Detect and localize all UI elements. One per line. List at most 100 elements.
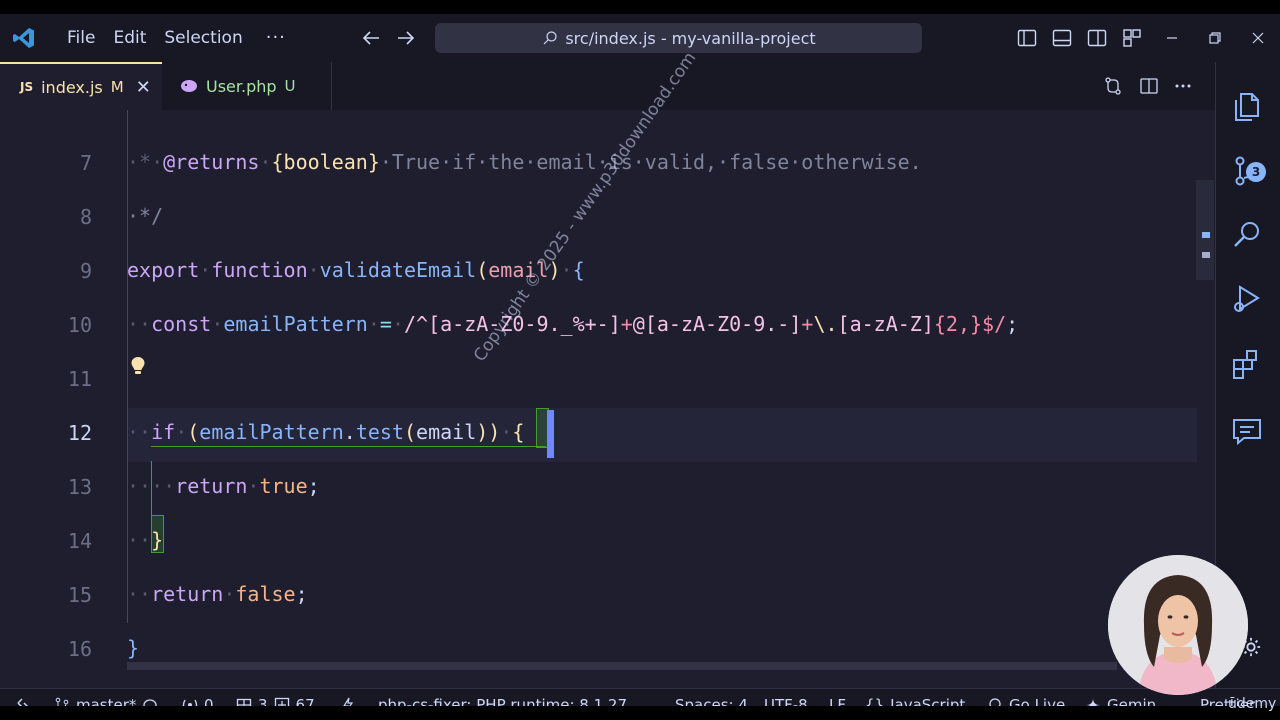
line-content: ··if·(emailPattern.test(email))·{ [127,420,525,444]
split-editor-icon[interactable] [1139,76,1159,96]
vertical-scrollbar[interactable] [1196,180,1214,280]
line-content: ·*·@returns·{boolean}·True·if·the·email·… [127,150,922,174]
gemini-status[interactable]: Gemin [1085,689,1156,706]
line-content: export·function·validateEmail(email)·{ [127,258,585,282]
line-content: ··} [127,528,164,552]
horizontal-scrollbar[interactable] [127,662,1117,670]
code-editor[interactable]: 7 ·*·@returns·{boolean}·True·if·the·emai… [0,110,1215,670]
presenter-portrait [1108,555,1248,695]
status-bar: master* 0 3 67 php-cs-fixer: PHP runtime… [0,688,1280,706]
search-icon[interactable] [1230,218,1264,252]
encoding-status[interactable]: UTF-8 [764,689,808,706]
errors-count: 3 [258,696,268,706]
back-arrow-icon[interactable] [359,26,383,50]
gemini-label: Gemin [1107,696,1157,706]
line-number: 8 [79,205,92,229]
text-cursor [547,410,554,458]
remote-indicator[interactable] [0,689,46,706]
command-center-text: src/index.js - my-vanilla-project [565,28,816,48]
line-number: 10 [67,313,92,337]
tab-user-php[interactable]: User.php U [162,62,332,110]
menu-edit[interactable]: Edit [104,14,155,62]
run-and-debug-icon[interactable] [1230,282,1264,316]
vscode-window: File Edit Selection ··· src/index.js - m… [0,14,1280,706]
customize-layout-icon[interactable] [1122,28,1142,48]
code-line-12[interactable]: 12 ··if·(emailPattern.test(email))·{ [0,407,1200,461]
line-content: ··return·false; [127,582,308,606]
line-number: 16 [67,637,92,661]
sync-icon[interactable] [142,697,158,706]
line-content: } [127,636,140,660]
line-number: 15 [67,583,92,607]
tab-label: User.php [206,76,277,96]
code-line-13[interactable]: 13 ····return·true; [0,461,1200,515]
vscode-logo-icon[interactable] [12,26,36,50]
ports-count: 0 [204,696,214,706]
untracked-indicator: U [284,77,296,95]
udemy-logo: ūdemy [1228,696,1277,712]
go-live-label: Go Live [1009,696,1066,706]
broadcast-icon [182,699,198,706]
explorer-files-icon[interactable] [1230,90,1264,124]
git-branch-icon [55,697,69,706]
toggle-secondary-sidebar-icon[interactable] [1087,28,1107,48]
php-cs-fixer-status[interactable]: php-cs-fixer: PHP runtime: 8.1.27 [340,689,627,706]
gemini-sparkle-icon [1086,698,1100,706]
language-name: JavaScript [890,696,966,706]
source-control-count-badge: 3 [1246,162,1266,182]
scrollbar-cursor-marker [1202,232,1210,238]
close-window-icon[interactable] [1248,28,1268,48]
line-content: ··const·emailPattern·=·/^[a-zA-Z0-9._%+-… [127,312,1019,336]
code-line-14[interactable]: 14 ··} [0,515,1200,569]
presenter-webcam-avatar [1108,555,1248,695]
menu-selection[interactable]: Selection [155,14,251,62]
extensions-icon[interactable] [1230,348,1264,382]
menu-file[interactable]: File [58,14,104,62]
line-number: 14 [67,529,92,553]
close-tab-icon[interactable]: ✕ [136,77,151,98]
indentation-status[interactable]: Spaces: 4 [675,689,748,706]
braces-icon: {} [865,696,885,706]
tab-index-js[interactable]: JS index.js M ✕ [0,62,162,110]
minimize-icon[interactable] [1162,28,1182,48]
forward-arrow-icon[interactable] [394,26,418,50]
php-elephant-icon [181,80,197,92]
chat-icon[interactable] [1230,414,1264,448]
go-live-button[interactable]: Go Live [987,689,1065,706]
code-line-10[interactable]: 10 ··const·emailPattern·=·/^[a-zA-Z0-9._… [0,299,1200,353]
javascript-file-icon: JS [20,80,34,94]
command-center-search[interactable]: src/index.js - my-vanilla-project [435,23,922,53]
code-line-11[interactable]: 11 [0,353,1200,407]
git-branch[interactable]: master* [54,689,158,706]
eol-status[interactable]: LF [829,689,846,706]
toggle-panel-icon[interactable] [1052,28,1072,48]
branch-name: master* [76,696,137,706]
code-line-15[interactable]: 15 ··return·false; [0,569,1200,623]
menu-more[interactable]: ··· [252,14,300,62]
remote-icon [17,698,29,706]
line-number: 9 [79,259,92,283]
line-number: 11 [67,367,92,391]
language-mode[interactable]: {} JavaScript [865,689,965,706]
line-number: 13 [67,475,92,499]
open-changes-icon[interactable] [1103,76,1123,96]
restore-icon[interactable] [1205,28,1225,48]
line-number: 7 [79,151,92,175]
title-bar: File Edit Selection ··· src/index.js - m… [0,14,1280,62]
code-line-9[interactable]: 9 export·function·validateEmail(email)·{ [0,245,1200,299]
lightning-icon [343,697,354,706]
broadcast-icon [989,698,1001,706]
search-icon [543,31,557,45]
menu-bar: File Edit Selection ··· [58,14,300,62]
ports-indicator[interactable]: 0 [182,689,214,706]
line-content: ····return·true; [127,474,320,498]
warnings-icon [274,697,289,706]
lightbulb-icon[interactable] [130,356,146,376]
toggle-primary-sidebar-icon[interactable] [1017,28,1037,48]
warnings-count: 67 [295,696,315,706]
errors-icon [236,698,252,706]
problems-indicator[interactable]: 3 67 [236,689,315,706]
line-content: ·*/ [127,204,164,228]
modified-indicator: M [110,78,124,96]
more-actions-icon[interactable] [1173,76,1193,96]
